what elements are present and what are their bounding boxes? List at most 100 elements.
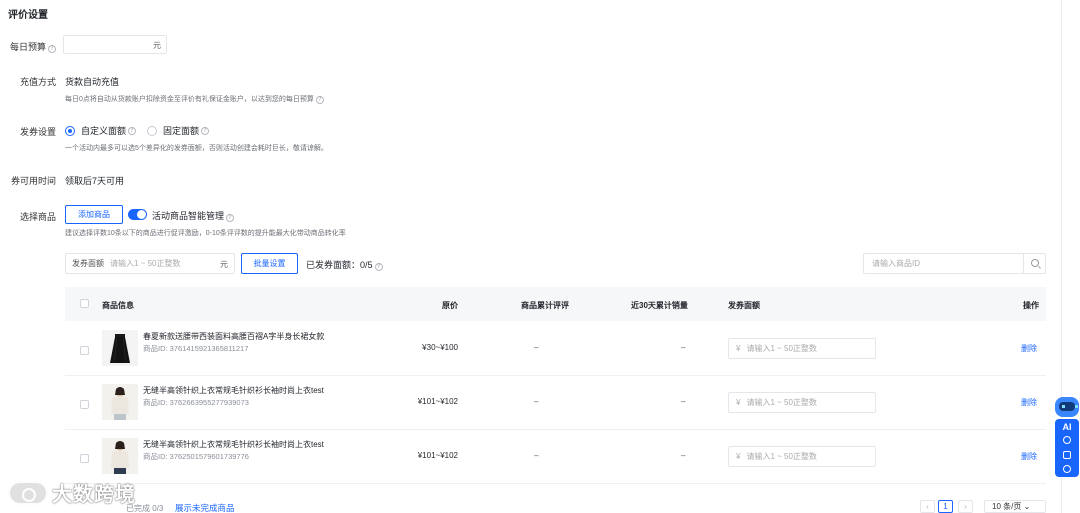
availability-value: 领取后7天可用 (65, 176, 125, 186)
search-button[interactable] (1023, 254, 1045, 273)
col-product-info: 商品信息 (102, 301, 134, 310)
watermark: 大数跨境 (8, 478, 136, 507)
help-icon[interactable]: ? (201, 126, 210, 135)
prev-page-button[interactable]: ‹ (920, 500, 935, 513)
help-icon[interactable]: ? (48, 45, 56, 53)
budget-unit: 元 (153, 41, 161, 50)
table-row: 无缝半高领针织上衣常规毛针织衫长袖时尚上衣test 商品ID: 37625015… (65, 430, 1046, 484)
coupon-face-placeholder: 请输入1 ~ 50正整数 (110, 259, 181, 268)
help-icon[interactable]: ? (315, 96, 324, 104)
product-sales: – (681, 397, 686, 406)
row-coupon-placeholder: 请输入1 ~ 50正整数 (746, 344, 817, 353)
table-header: 商品信息 原价 商品累计评评 近30天累计销量 发券面额 操作 (65, 287, 1046, 321)
recharge-hint: 每日0点将自动从货款账户扣除资金至评价有礼保证金账户，以达到您的每日预算? (65, 94, 324, 104)
help-icon[interactable]: ? (374, 263, 383, 271)
current-page-button[interactable]: 1 (938, 500, 953, 513)
radio-custom-amount[interactable]: 自定义面额 ? (65, 124, 137, 137)
next-page-button[interactable]: › (958, 500, 973, 513)
side-toolbar: AI (1055, 419, 1079, 477)
skirt-image (102, 330, 138, 366)
table-row: 春夏新款送腰带西装面料高腰百褶A字半身长裙女款 商品ID: 3761415921… (65, 322, 1046, 376)
currency-symbol: ¥ (736, 344, 741, 353)
product-sales: – (681, 451, 686, 460)
currency-symbol: ¥ (736, 398, 741, 407)
product-reviews: – (534, 397, 539, 406)
product-price: ¥101~¥102 (417, 451, 458, 460)
smart-manage-label: 活动商品智能管理? (152, 209, 235, 222)
select-goods-hint: 建议选择评数10条以下的商品进行促评激励，0-10条评评数的提升能最大化带动商品… (65, 230, 346, 237)
headset-icon[interactable] (1063, 436, 1071, 444)
col-sales-30d: 近30天累计销量 (631, 301, 688, 310)
delete-link[interactable]: 删除 (1021, 451, 1037, 462)
recharge-hint-text: 每日0点将自动从货款账户扣除资金至评价有礼保证金账户，以达到您的每日预算 (65, 96, 314, 103)
coupon-face-label: 发券面额 (72, 259, 104, 268)
select-goods-label: 选择商品 (19, 212, 56, 222)
delete-link[interactable]: 删除 (1021, 343, 1037, 354)
recharge-value: 货款自动充值 (65, 77, 120, 87)
robot-icon[interactable] (1055, 397, 1079, 417)
budget-input[interactable]: 元 (63, 35, 167, 54)
bulk-set-button[interactable]: 批量设置 (241, 253, 298, 274)
help-icon[interactable]: ? (128, 126, 137, 135)
product-sales: – (681, 343, 686, 352)
smart-manage-toggle[interactable] (128, 209, 147, 220)
product-thumbnail (102, 384, 138, 420)
row-checkbox[interactable] (80, 400, 89, 409)
availability-label: 券可用时间 (10, 176, 56, 186)
row-coupon-input[interactable]: ¥ 请输入1 ~ 50正整数 (728, 338, 876, 359)
col-price: 原价 (442, 301, 458, 310)
delete-link[interactable]: 删除 (1021, 397, 1037, 408)
row-checkbox[interactable] (80, 346, 89, 355)
select-all-checkbox[interactable] (80, 299, 89, 308)
currency-symbol: ¥ (736, 452, 741, 461)
issued-count: 已发券面额：0/5? (306, 258, 383, 271)
col-reviews: 商品累计评评 (521, 301, 569, 310)
radio-fixed-amount[interactable]: 固定面额 ? (147, 124, 210, 137)
row-coupon-input[interactable]: ¥ 请输入1 ~ 50正整数 (728, 446, 876, 467)
product-price: ¥101~¥102 (417, 397, 458, 406)
product-price: ¥30~¥100 (422, 343, 458, 352)
col-coupon-face: 发券面额 (728, 301, 760, 310)
coupon-type-label: 发券设置 (19, 127, 56, 137)
row-coupon-placeholder: 请输入1 ~ 50正整数 (746, 452, 817, 461)
smart-manage-label-text: 活动商品智能管理 (152, 211, 225, 221)
add-goods-button[interactable]: 添加商品 (65, 205, 123, 224)
issued-count-text: 已发券面额：0/5 (306, 260, 373, 270)
col-action: 操作 (1023, 301, 1039, 310)
help-icon[interactable]: ? (226, 214, 235, 222)
coupon-face-input[interactable]: 发券面额 请输入1 ~ 50正整数 元 (65, 253, 235, 274)
radio-fixed-amount-label: 固定面额 (163, 126, 200, 136)
search-input[interactable] (864, 254, 1019, 273)
budget-label-text: 每日预算 (9, 42, 46, 52)
bag-icon[interactable] (1063, 451, 1071, 459)
product-thumbnail (102, 438, 138, 474)
page-size-select[interactable]: 10 条/页 ⌄ (984, 500, 1046, 513)
product-name: 春夏新款送腰带西装面料高腰百褶A字半身长裙女款 (143, 332, 325, 341)
watermark-logo-icon (8, 480, 48, 505)
product-id: 商品ID: 3761415921365811217 (143, 344, 249, 353)
coupon-type-hint: 一个活动内最多可以选5个差异化的发券面额，否则活动创建会耗时巨长，敬请谅解。 (65, 145, 328, 152)
page-title: 评价设置 (8, 10, 48, 21)
ai-button[interactable]: AI (1055, 422, 1079, 432)
radio-dot (65, 125, 75, 136)
product-name: 无缝半高领针织上衣常规毛针织衫长袖时尚上衣test (143, 440, 324, 449)
watermark-text: 大数跨境 (52, 484, 136, 506)
page-size-value: 10 条/页 (992, 502, 1022, 511)
product-id: 商品ID: 3762501579601739776 (143, 452, 249, 461)
side-assistant-widget[interactable]: AI (1054, 397, 1080, 479)
row-checkbox[interactable] (80, 454, 89, 463)
coupon-face-unit: 元 (220, 260, 228, 269)
show-incomplete-link[interactable]: 展示未完成商品 (175, 502, 235, 513)
radio-dot (147, 125, 157, 136)
product-thumbnail (102, 330, 138, 366)
chevron-down-icon: ⌄ (1023, 502, 1031, 511)
product-id: 商品ID: 3762663955277939073 (143, 398, 249, 407)
info-icon[interactable] (1063, 465, 1071, 473)
product-id-search[interactable] (863, 253, 1046, 274)
sweater-image (102, 438, 138, 474)
product-reviews: – (534, 451, 539, 460)
search-icon (1031, 259, 1039, 267)
product-reviews: – (534, 343, 539, 352)
row-coupon-input[interactable]: ¥ 请输入1 ~ 50正整数 (728, 392, 876, 413)
sweater-image (102, 384, 138, 420)
